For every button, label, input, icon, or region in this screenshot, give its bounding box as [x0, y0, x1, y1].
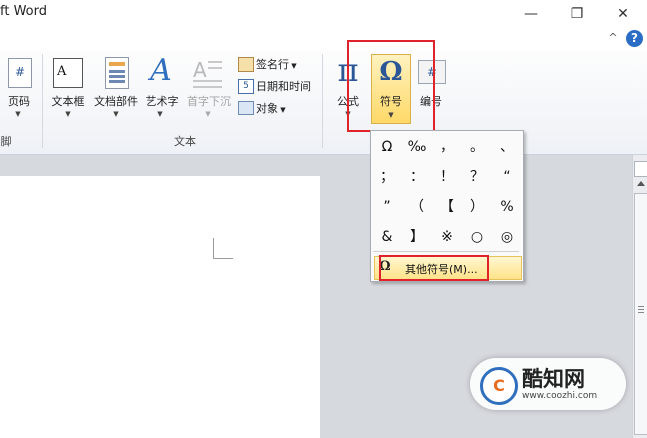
- symbol-cell[interactable]: ”: [372, 192, 402, 222]
- textbox-icon: A: [53, 58, 83, 88]
- symbol-cell[interactable]: ）: [462, 192, 492, 222]
- symbol-cell[interactable]: ？: [462, 162, 492, 192]
- object-icon: [238, 101, 254, 115]
- help-icon[interactable]: ?: [626, 30, 643, 47]
- symbol-cell[interactable]: Ω: [372, 132, 402, 162]
- object-label: 对象: [256, 102, 278, 115]
- textbox-button[interactable]: 文本框: [46, 93, 90, 109]
- signature-line-button[interactable]: 签名行 ▼: [256, 56, 297, 72]
- title-bar: ft Word — ❐ ✕: [0, 0, 647, 28]
- scroll-thumb[interactable]: [634, 193, 647, 435]
- window-title: ft Word: [0, 4, 47, 19]
- symbol-cell[interactable]: ！: [432, 162, 462, 192]
- ribbon-tabs-row: ^ ?: [0, 28, 647, 50]
- chevron-down-icon: ▼: [113, 110, 119, 118]
- symbol-cell[interactable]: 。: [462, 132, 492, 162]
- scroll-up-icon[interactable]: [637, 181, 645, 186]
- vertical-scrollbar[interactable]: [632, 155, 647, 438]
- symbol-cell[interactable]: &: [372, 222, 402, 252]
- wordart-button[interactable]: 艺术字: [142, 93, 182, 109]
- header-footer-group-label: 脚: [0, 135, 12, 148]
- chevron-down-icon: ▼: [15, 110, 21, 118]
- symbol-cell[interactable]: 【: [432, 192, 462, 222]
- page-number-icon: #: [8, 58, 32, 88]
- signature-icon: [238, 57, 254, 72]
- page-corner-mark: [213, 238, 214, 258]
- watermark-url: www.coozhi.com: [522, 391, 598, 401]
- symbol-cell[interactable]: 】: [402, 222, 432, 252]
- symbol-cell[interactable]: ○: [462, 222, 492, 252]
- watermark: C 酷知网 www.coozhi.com: [470, 358, 628, 412]
- symbol-cell[interactable]: ；: [372, 162, 402, 192]
- signature-line-label: 签名行: [256, 58, 289, 71]
- wordart-icon: A: [150, 53, 172, 88]
- symbol-highlight-box: [347, 40, 435, 132]
- quickparts-icon: [105, 57, 129, 89]
- close-button[interactable]: ✕: [612, 5, 634, 23]
- symbol-cell[interactable]: ：: [402, 162, 432, 192]
- page-number-button[interactable]: 页码: [4, 93, 34, 109]
- group-divider: [322, 54, 323, 148]
- dropcap-button: 首字下沉: [187, 95, 231, 108]
- symbol-cell[interactable]: 、: [492, 132, 522, 162]
- document-page[interactable]: [0, 176, 320, 438]
- ruler-toggle-icon[interactable]: [634, 161, 647, 177]
- page-corner-mark: [213, 258, 233, 259]
- symbol-cell[interactable]: ‰: [402, 132, 432, 162]
- date-time-button[interactable]: 日期和时间: [256, 78, 311, 94]
- chevron-down-icon: ▼: [65, 110, 71, 118]
- symbol-cell[interactable]: ，: [432, 132, 462, 162]
- object-button[interactable]: 对象 ▼: [256, 100, 286, 116]
- watermark-name: 酷知网: [522, 367, 585, 391]
- more-symbols-highlight-box: [379, 255, 489, 281]
- symbol-cell[interactable]: ◎: [492, 222, 522, 252]
- date-time-icon: 5: [238, 79, 254, 94]
- minimize-button[interactable]: —: [520, 5, 542, 23]
- dropdown-divider: [373, 251, 519, 252]
- group-divider: [42, 54, 43, 148]
- symbol-cell[interactable]: ※: [432, 222, 462, 252]
- dropcap-icon: A: [193, 58, 223, 88]
- chevron-down-icon: ▼: [205, 110, 211, 118]
- symbol-cell[interactable]: “: [492, 162, 522, 192]
- text-group-label: 文本: [174, 135, 196, 148]
- chevron-down-icon: ▼: [157, 110, 163, 118]
- quickparts-button[interactable]: 文档部件: [90, 93, 142, 109]
- restore-button[interactable]: ❐: [566, 5, 588, 23]
- collapse-ribbon-icon[interactable]: ^: [606, 31, 620, 45]
- symbol-cell[interactable]: （: [402, 192, 432, 222]
- coozhi-logo-icon: C: [480, 367, 518, 405]
- symbol-cell[interactable]: %: [492, 192, 522, 222]
- ribbon: # 页码 ▼ 脚 A 文本框 ▼ 文档部件 ▼ A 艺术字 ▼ A 首字下沉 ▼…: [0, 40, 647, 155]
